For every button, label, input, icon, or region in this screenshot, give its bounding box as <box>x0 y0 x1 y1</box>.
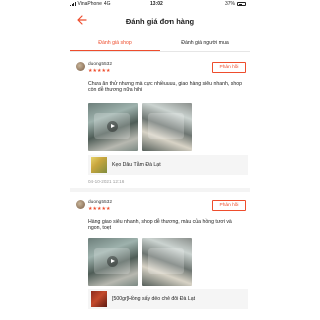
avatar <box>76 62 85 71</box>
product-name: Kẹo Dâu Tằm Đà Lạt <box>112 162 161 168</box>
review-video-thumbnail[interactable] <box>88 103 138 151</box>
page-title: Đánh giá đơn hàng <box>125 17 195 26</box>
avatar <box>76 200 85 209</box>
battery-percent: 37% <box>224 1 235 7</box>
product-link[interactable]: Kẹo Dâu Tằm Đà Lạt <box>88 155 248 175</box>
star-rating: ★★★★★ <box>88 69 111 74</box>
status-bar: VinaPhone 4G 13:02 37% <box>0 0 320 9</box>
product-name: [500gr]Hồng sấy dẻo chẻ đôi Đà Lạt <box>112 296 196 302</box>
product-link[interactable]: [500gr]Hồng sấy dẻo chẻ đôi Đà Lạt <box>88 289 248 309</box>
review-comment: Hàng giao siêu nhanh, shop dễ thương, mà… <box>88 219 232 232</box>
review-date: 04-10-2021 12:16 <box>88 179 125 184</box>
play-icon <box>107 256 118 267</box>
star-rating: ★★★★★ <box>88 207 111 212</box>
product-thumbnail <box>91 291 107 307</box>
section-divider <box>70 188 250 192</box>
tab-buyer-review[interactable]: Đánh giá người mua <box>160 40 250 46</box>
status-right: 37% <box>225 1 246 7</box>
battery-icon <box>237 2 246 6</box>
product-thumbnail <box>91 157 107 173</box>
reply-button[interactable]: Phản hồi <box>212 200 246 211</box>
status-left: VinaPhone 4G <box>70 1 111 7</box>
review-video-thumbnail[interactable] <box>88 238 138 286</box>
review-username: duong5532 <box>88 200 113 205</box>
review-photo[interactable] <box>142 238 192 286</box>
carrier-name: VinaPhone <box>77 1 102 7</box>
header: Đánh giá đơn hàng <box>0 10 320 32</box>
status-time: 13:02 <box>150 1 163 7</box>
active-tab-indicator <box>70 50 160 52</box>
review-tabs: Đánh giá shop Đánh giá người mua <box>70 36 250 52</box>
reply-button[interactable]: Phản hồi <box>212 62 246 73</box>
tab-shop-review[interactable]: Đánh giá shop <box>70 40 160 46</box>
network-type: 4G <box>103 1 111 7</box>
review-username: duong5532 <box>88 62 113 67</box>
review-photo[interactable] <box>142 103 192 151</box>
review-comment: Chưa ăn thử nhưng mà cực nhiềuuuu, giao … <box>88 81 243 94</box>
signal-icon <box>70 2 76 6</box>
play-icon <box>107 121 118 132</box>
